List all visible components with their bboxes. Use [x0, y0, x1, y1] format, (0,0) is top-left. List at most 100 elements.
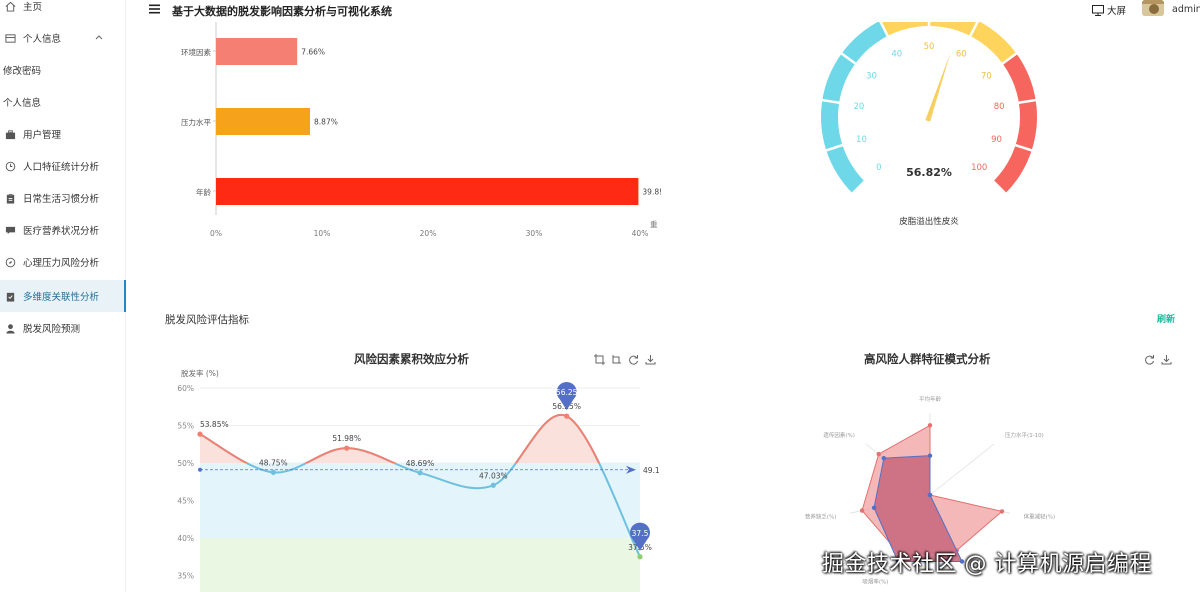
- pin-label: 37.5: [632, 529, 649, 538]
- y-tick-label: 50%: [177, 459, 194, 468]
- sidebar-item-nutrition[interactable]: 医疗营养状况分析: [0, 214, 126, 246]
- sidebar-item-label: 修改密码: [3, 66, 42, 77]
- radar-chart-title: 高风险人群特征模式分析: [864, 352, 991, 366]
- pin-label: 56.25: [556, 388, 578, 397]
- sidebar-item-change-password[interactable]: 修改密码: [0, 54, 126, 86]
- sidebar-item-correlation[interactable]: 多维度关联性分析: [0, 280, 126, 312]
- sidebar-item-label: 心理压力风险分析: [23, 258, 100, 269]
- data-label: 48.75%: [259, 458, 288, 467]
- zoom-reset-icon[interactable]: [611, 354, 622, 365]
- top-header: 基于大数据的脱发影响因素分析与可视化系统 大屏 admin: [126, 0, 1200, 22]
- sidebar-item-stress[interactable]: 心理压力风险分析: [0, 246, 126, 278]
- gauge-needle: [925, 52, 951, 122]
- download-icon[interactable]: [1161, 354, 1172, 365]
- gauge-value: 56.82%: [906, 166, 952, 179]
- radar-point: [927, 453, 933, 458]
- data-point: [197, 431, 203, 437]
- radar-point: [881, 455, 887, 461]
- radar-point: [871, 505, 877, 510]
- x-tick-label: 30%: [526, 229, 543, 238]
- download-icon[interactable]: [645, 354, 656, 365]
- sidebar-item-home[interactable]: 主页: [0, 0, 126, 22]
- y-axis-name: 脱发率 (%): [181, 368, 219, 378]
- page-title: 基于大数据的脱发影响因素分析与可视化系统: [172, 5, 392, 18]
- sidebar-item-personal-info[interactable]: 个人信息: [0, 86, 126, 118]
- menu-icon[interactable]: [149, 4, 160, 14]
- chat-icon: [4, 224, 16, 236]
- restore-icon[interactable]: [628, 354, 639, 365]
- restore-icon[interactable]: [1144, 354, 1155, 365]
- category-label: 压力水平: [181, 117, 211, 127]
- radar-indicator-label: 平均年龄: [919, 395, 942, 403]
- sidebar-item-label: 多维度关联性分析: [23, 292, 100, 303]
- visual-band: [200, 538, 640, 592]
- data-label: 47.03%: [479, 471, 508, 480]
- average-start: [198, 467, 202, 472]
- sidebar-item-label: 脱发风险预测: [23, 324, 81, 335]
- zoom-icon[interactable]: [594, 354, 605, 365]
- radar-indicator-label: 体重减轻(%): [1024, 512, 1056, 520]
- monitor-icon: [1092, 4, 1104, 16]
- avatar[interactable]: [1142, 0, 1164, 16]
- y-tick-label: 40%: [177, 534, 194, 543]
- compass-icon: [4, 256, 16, 268]
- data-point: [270, 469, 276, 475]
- bar: [216, 108, 311, 135]
- gauge-name: 皮脂溢出性皮炎: [899, 216, 959, 227]
- data-label: 48.69%: [406, 459, 435, 468]
- user-name[interactable]: admin: [1172, 4, 1200, 15]
- sidebar-item-label: 人口特征统计分析: [23, 162, 100, 173]
- sidebar-item-label: 个人信息: [23, 34, 62, 45]
- bar-value-label: 7.66%: [301, 48, 325, 57]
- data-point: [344, 445, 350, 451]
- sidebar: 主页 个人信息 修改密码 个人信息 用户管理 人口特征统计分析 日常生活习惯分析…: [0, 0, 126, 592]
- y-tick-label: 55%: [177, 422, 194, 431]
- sidebar-item-label: 日常生活习惯分析: [23, 194, 100, 205]
- refresh-button[interactable]: 刷新: [1157, 312, 1175, 325]
- big-screen-button[interactable]: 大屏: [1092, 3, 1126, 17]
- sidebar-item-label: 个人信息: [3, 98, 42, 109]
- gauge-tick-label: 80: [994, 102, 1005, 112]
- x-axis-name: 重: [650, 220, 658, 229]
- gauge-tick-label: 30: [866, 71, 877, 81]
- gauge-band: [993, 53, 1037, 194]
- y-tick-label: 60%: [177, 384, 194, 393]
- gauge-tick-label: 40: [891, 50, 902, 60]
- home-icon: [4, 0, 16, 12]
- y-tick-label: 35%: [177, 572, 194, 581]
- gauge-tick-label: 70: [981, 71, 992, 81]
- data-label: 53.85%: [200, 420, 229, 429]
- gauge-tick-label: 0: [876, 163, 881, 173]
- radar-indicator-label: 营养缺乏(%): [805, 512, 837, 520]
- category-label: 环境因素: [181, 47, 211, 57]
- task-icon: [4, 290, 16, 302]
- data-label: 51.98%: [332, 434, 361, 443]
- gauge-tick-label: 90: [991, 135, 1002, 145]
- data-point: [417, 470, 423, 476]
- gauge-tick-label: 60: [956, 50, 967, 60]
- sidebar-item-label: 主页: [23, 2, 43, 13]
- big-screen-label: 大屏: [1107, 6, 1127, 17]
- chevron-up-icon[interactable]: [94, 32, 104, 42]
- average-label: 49.1: [643, 466, 660, 475]
- gauge-tick-label: 10: [856, 135, 867, 145]
- radar-point: [927, 423, 933, 428]
- sidebar-item-habits[interactable]: 日常生活习惯分析: [0, 182, 126, 214]
- radar-indicator-label: 压力水平(1-10): [1005, 431, 1044, 439]
- clipboard-icon: [4, 192, 16, 204]
- sidebar-item-label: 医疗营养状况分析: [23, 226, 100, 237]
- sidebar-item-demographics[interactable]: 人口特征统计分析: [0, 150, 126, 182]
- bar-value-label: 8.87%: [314, 118, 338, 127]
- data-point: [637, 554, 643, 560]
- risk-line-chart: 脱发率 (%) 35% 40% 45% 50% 55% 60% 49.1 53.85% 48.75…: [177, 368, 660, 592]
- sidebar-item-profile[interactable]: 个人信息: [0, 22, 126, 54]
- radar-point: [876, 451, 881, 457]
- y-tick-label: 45%: [177, 497, 194, 506]
- sidebar-item-users[interactable]: 用户管理: [0, 118, 126, 150]
- section-title: 脱发风险评估指标: [165, 314, 249, 326]
- importance-bar-chart: 环境因素 7.66% 压力水平 8.87% 年龄 39.8! 0% 10% 20% 30% 40%重: [181, 22, 662, 238]
- sidebar-item-prediction[interactable]: 脱发风险预测: [0, 312, 126, 344]
- category-label: 年龄: [196, 187, 211, 197]
- radar-point: [859, 508, 865, 513]
- active-indicator: [124, 280, 126, 312]
